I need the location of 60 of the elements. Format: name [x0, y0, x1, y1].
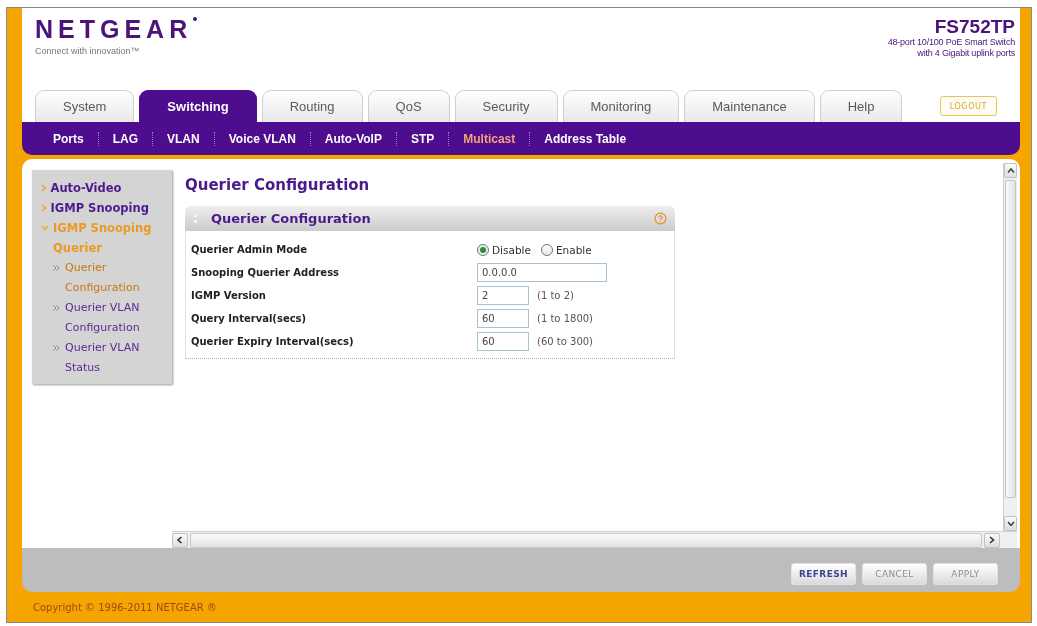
help-icon[interactable]: [654, 212, 667, 225]
sidebar-subitem[interactable]: Querier VLAN Configuration: [32, 298, 172, 338]
radio-label: Disable: [492, 243, 531, 256]
chevron-right-icon: [989, 536, 995, 544]
input-field[interactable]: 60: [477, 309, 529, 328]
double-chevron-icon: [53, 345, 60, 351]
field-label: Querier Admin Mode: [191, 244, 309, 255]
chevron-left-icon: [177, 536, 183, 544]
subnav-link[interactable]: Address Table: [529, 131, 641, 146]
subnav-link[interactable]: Multicast: [448, 131, 530, 146]
radio-button[interactable]: [540, 243, 553, 256]
range-hint: (60 to 300): [537, 336, 593, 347]
field-label: Snooping Querier Address: [191, 267, 341, 278]
double-chevron-icon: [53, 305, 60, 311]
scroll-down-button[interactable]: [1004, 516, 1017, 531]
input-field[interactable]: 60: [477, 332, 529, 351]
model-description: 48-port 10/100 PoE Smart Switch: [887, 36, 1015, 48]
page-title: Querier Configuration: [185, 175, 371, 195]
brand-tagline: Connect with innovation™: [35, 46, 141, 56]
subnav-link[interactable]: LAG: [97, 131, 153, 146]
scroll-right-button[interactable]: [984, 532, 1000, 548]
model-name: FS752TP: [934, 17, 1015, 37]
action-button[interactable]: REFRESH: [791, 563, 856, 585]
model-description: with 4 Gigabit uplink ports: [917, 47, 1015, 59]
vertical-scrollbar[interactable]: [1003, 163, 1017, 531]
nav-tab[interactable]: Maintenance: [684, 90, 815, 122]
subnav-link[interactable]: Auto-VoIP: [309, 131, 396, 146]
trademark-dot-icon: [193, 17, 198, 21]
scrollbar-thumb[interactable]: [1005, 180, 1016, 498]
nav-tab[interactable]: Switching: [139, 90, 257, 122]
brand-logo: NETGEAR: [35, 17, 193, 42]
input-field[interactable]: 0.0.0.0: [477, 263, 607, 282]
sidebar-item[interactable]: Auto-Video: [32, 178, 172, 198]
chevron-up-icon: [1006, 167, 1015, 174]
copyright-text: Copyright © 1996-2011 NETGEAR ®: [33, 601, 217, 613]
range-hint: (1 to 2): [537, 290, 574, 301]
field-label: IGMP Version: [191, 290, 267, 301]
radio-button[interactable]: [477, 243, 489, 256]
nav-tab[interactable]: Monitoring: [562, 90, 680, 122]
nav-tab[interactable]: Security: [454, 90, 558, 122]
nav-tab[interactable]: Help: [819, 90, 903, 122]
sidebar-item[interactable]: IGMP Snooping: [32, 198, 172, 218]
field-label: Querier Expiry Interval(secs): [191, 336, 355, 347]
scroll-left-button[interactable]: [172, 532, 188, 548]
sidebar-subitem[interactable]: Querier VLAN Status: [32, 338, 172, 378]
subnav-link[interactable]: Voice VLAN: [213, 131, 310, 146]
chevron-down-icon: [1006, 520, 1015, 527]
nav-tab[interactable]: QoS: [367, 90, 450, 122]
subnav-link[interactable]: Ports: [39, 131, 98, 146]
range-hint: (1 to 1800): [537, 313, 593, 324]
input-field[interactable]: 2: [477, 286, 529, 305]
subnav-link[interactable]: STP: [395, 131, 449, 146]
field-label: Query Interval(secs): [191, 313, 308, 324]
scroll-up-button[interactable]: [1004, 163, 1017, 178]
subnav-link[interactable]: VLAN: [152, 131, 214, 146]
double-chevron-icon: [53, 265, 60, 271]
nav-tab[interactable]: System: [35, 90, 135, 122]
nav-tab[interactable]: Routing: [261, 90, 363, 122]
panel-title: Querier Configuration: [211, 211, 371, 226]
radio-label: Enable: [555, 243, 592, 256]
